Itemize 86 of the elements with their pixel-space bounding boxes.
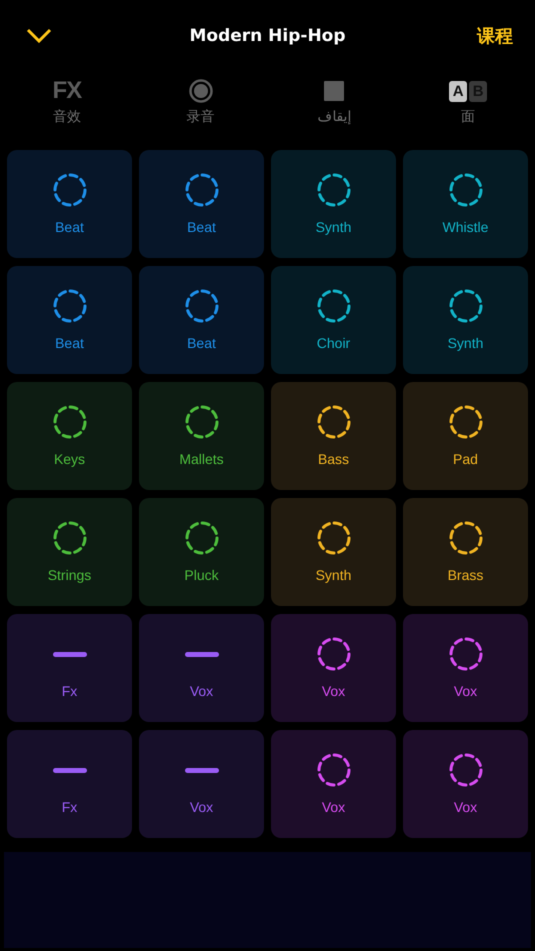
pad-label: Synth [316,219,352,235]
pad-label: Vox [322,799,346,815]
toolbar-label: إيقاف [317,108,352,124]
pad-label: Pluck [184,567,219,583]
pad-label: Pad [453,451,478,467]
pad-label: Vox [190,683,214,699]
lessons-button[interactable]: 课程 [477,24,513,48]
sound-pad[interactable]: Vox [403,730,528,838]
sound-pad[interactable]: Beat [7,266,132,374]
sound-pad[interactable]: Vox [271,730,396,838]
toolbar-label: 面 [461,108,476,126]
window-title: Modern Hip-Hop [189,26,346,46]
toolbar-button[interactable]: إيقاف [268,72,402,146]
sound-pad[interactable]: Vox [403,614,528,722]
dash-icon [184,652,218,656]
sound-pad[interactable]: Pad [403,382,528,490]
dashed-circle-icon [52,405,86,439]
record-icon [188,79,213,103]
sound-pad[interactable]: Beat [139,266,264,374]
pad-label: Whistle [442,219,488,235]
sound-pad[interactable]: Synth [271,498,396,606]
dashed-circle-icon [316,753,350,787]
pad-label: Fx [62,799,78,815]
dash-icon [52,768,86,772]
sound-pad[interactable]: Strings [7,498,132,606]
sound-pad[interactable]: Bass [271,382,396,490]
pad-label: Fx [62,683,78,699]
a-key-icon: A [449,80,468,102]
sound-pad[interactable]: Beat [139,150,264,258]
dashed-circle-icon [184,173,218,207]
pad-label: Vox [454,683,478,699]
dashed-circle-icon [184,405,218,439]
sound-pad[interactable]: Pluck [139,498,264,606]
sound-pad[interactable]: Vox [139,730,264,838]
pad-label: Synth [448,335,484,351]
dashed-circle-icon [316,637,350,671]
dashed-circle-icon [184,289,218,323]
pad-label: Beat [55,335,84,351]
sound-pad[interactable]: Synth [403,266,528,374]
pad-label: Mallets [179,451,224,467]
pad-label: Choir [316,335,350,351]
dashed-circle-icon [184,521,218,555]
sound-pad[interactable]: Fx [7,730,132,838]
sound-pad[interactable]: Beat [7,150,132,258]
pad-label: Beat [55,219,84,235]
dashed-circle-icon [448,289,482,323]
toolbar-label: 音效 [52,108,81,126]
toolbar-label: 录音 [186,108,215,126]
sound-pad[interactable]: Whistle [403,150,528,258]
dashed-circle-icon [316,289,350,323]
sound-pad[interactable]: Vox [271,614,396,722]
pad-label: Synth [316,567,352,583]
pad-label: Beat [187,335,216,351]
pad-label: Vox [190,799,214,815]
sound-pad[interactable]: Choir [271,266,396,374]
pad-label: Vox [322,683,346,699]
sound-pad[interactable]: Synth [271,150,396,258]
dashed-circle-icon [448,405,482,439]
dashed-circle-icon [448,753,482,787]
pad-label: Vox [454,799,478,815]
pad-label: Brass [448,567,484,583]
collapse-button[interactable] [26,28,52,44]
dashed-circle-icon [448,173,482,207]
dashed-circle-icon [316,521,350,555]
dashed-circle-icon [448,637,482,671]
sound-pad[interactable]: Keys [7,382,132,490]
sound-pad[interactable]: Brass [403,498,528,606]
dashed-circle-icon [316,173,350,207]
pad-label: Keys [54,451,86,467]
pad-label: Beat [187,219,216,235]
dash-icon [184,768,218,772]
dashed-circle-icon [448,521,482,555]
toolbar-button[interactable]: FX 音效 [0,72,134,146]
dashed-circle-icon [316,405,350,439]
dash-icon [52,652,86,656]
sound-pad[interactable]: Fx [7,614,132,722]
pad-label: Strings [48,567,92,583]
dashed-circle-icon [52,289,86,323]
fx-icon: FX [52,77,82,105]
sound-pad[interactable]: Mallets [139,382,264,490]
dashed-circle-icon [52,521,86,555]
dashed-circle-icon [52,173,86,207]
sound-pad[interactable]: Vox [139,614,264,722]
stop-icon [324,81,344,101]
toolbar-button[interactable]: 录音 [134,72,268,146]
pad-label: Bass [318,451,350,467]
